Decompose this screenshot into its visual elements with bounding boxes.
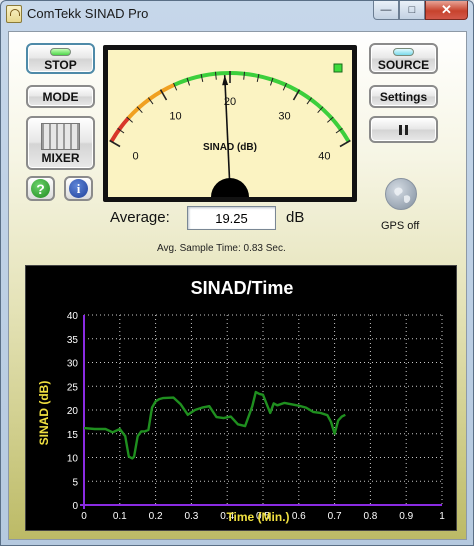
stop-button-label: STOP xyxy=(44,58,77,72)
x-tick-label: 0.7 xyxy=(328,511,342,522)
source-led-icon xyxy=(393,48,414,56)
y-tick-label: 20 xyxy=(67,406,79,417)
x-tick-label: 0.1 xyxy=(113,511,127,522)
gps-status-label: GPS off xyxy=(381,220,420,232)
pause-icon xyxy=(399,124,408,135)
meter-tick xyxy=(339,139,351,148)
x-tick-label: 0.9 xyxy=(399,511,413,522)
sinad-series-line xyxy=(83,390,346,460)
meter-face: 0 10 20 30 40 SINAD (dB) xyxy=(108,50,352,197)
help-button[interactable]: ? xyxy=(26,176,55,201)
source-button-label: SOURCE xyxy=(377,58,430,72)
meter-tick-label: 30 xyxy=(278,111,290,123)
meter-tick-label: 40 xyxy=(318,151,330,163)
y-tick-label: 25 xyxy=(67,382,79,393)
x-tick-label: 0.2 xyxy=(149,511,163,522)
meter-pivot xyxy=(211,178,249,197)
meter-needle-tip xyxy=(222,75,229,86)
chart-y-tick-labels: 0 5 10 15 20 25 30 35 40 xyxy=(67,311,79,512)
meter-needle xyxy=(223,75,231,191)
meter-label: SINAD (dB) xyxy=(203,142,257,153)
average-value-field: 19.25 xyxy=(187,206,276,230)
meter-tick xyxy=(109,139,121,148)
x-tick-label: 1 xyxy=(439,511,445,522)
chart-x-axis-label: Time (Min.) xyxy=(226,510,289,524)
x-tick-label: 0.3 xyxy=(184,511,198,522)
window-title: ComTekk SINAD Pro xyxy=(27,6,149,21)
y-tick-label: 30 xyxy=(67,359,79,370)
pause-button[interactable] xyxy=(369,116,438,143)
close-button[interactable]: ✕ xyxy=(425,1,468,20)
maximize-button[interactable]: □ xyxy=(399,1,425,20)
y-tick-label: 0 xyxy=(72,501,78,512)
client-area: STOP MODE MIXER ? i 0 10 20 30 40 SINAD … xyxy=(8,31,467,540)
average-unit: dB xyxy=(286,209,305,226)
signal-indicator-icon xyxy=(333,63,343,73)
y-tick-label: 15 xyxy=(67,430,79,441)
y-tick-label: 5 xyxy=(72,477,78,488)
average-label: Average: xyxy=(110,209,170,226)
window-controls: — □ ✕ xyxy=(373,1,468,20)
minimize-button[interactable]: — xyxy=(373,1,399,20)
chart-axes xyxy=(80,315,442,509)
mixer-button-label: MIXER xyxy=(41,151,80,165)
chart-title: SINAD/Time xyxy=(191,278,294,298)
x-tick-label: 0.6 xyxy=(292,511,306,522)
x-tick-label: 0.8 xyxy=(363,511,377,522)
globe-icon[interactable] xyxy=(385,178,417,210)
app-window: ComTekk SINAD Pro — □ ✕ STOP MODE MIXER … xyxy=(0,0,474,546)
stop-button[interactable]: STOP xyxy=(26,43,95,74)
info-button[interactable]: i xyxy=(64,176,93,201)
meter-tick-label: 0 xyxy=(133,151,139,163)
mixer-button[interactable]: MIXER xyxy=(26,116,95,170)
running-led-icon xyxy=(50,48,71,56)
meter-ticks xyxy=(109,71,351,148)
info-icon: i xyxy=(69,179,88,198)
chart-y-axis-label: SINAD (dB) xyxy=(37,381,51,446)
settings-button[interactable]: Settings xyxy=(369,85,438,108)
mixer-icon xyxy=(41,123,80,150)
mode-button-label: MODE xyxy=(42,89,79,104)
y-tick-label: 35 xyxy=(67,335,79,346)
title-bar[interactable]: ComTekk SINAD Pro — □ ✕ xyxy=(1,1,473,27)
x-tick-label: 0 xyxy=(81,511,87,522)
y-tick-label: 10 xyxy=(67,454,79,465)
mode-button[interactable]: MODE xyxy=(26,85,95,108)
app-icon xyxy=(6,5,22,23)
chart-grid xyxy=(84,314,443,505)
y-tick-label: 40 xyxy=(67,311,79,322)
source-button[interactable]: SOURCE xyxy=(369,43,438,74)
settings-button-label: Settings xyxy=(379,89,428,104)
sample-time-text: Avg. Sample Time: 0.83 Sec. xyxy=(157,243,286,254)
meter-gauge: 010203040 SINAD (dB) xyxy=(109,63,351,197)
meter-tick-label: 10 xyxy=(169,111,181,123)
chart-canvas: SINAD/Time 0 0.1 0.2 0.3 0.4 0.5 0.6 0.7 0.8 0.9 1… xyxy=(37,278,445,524)
sinad-meter: 0 10 20 30 40 SINAD (dB) xyxy=(103,45,357,202)
help-icon: ? xyxy=(31,179,50,198)
sinad-time-chart: SINAD/Time 0 0.1 0.2 0.3 0.4 0.5 0.6 0.7 0.8 0.9 1… xyxy=(25,265,457,531)
